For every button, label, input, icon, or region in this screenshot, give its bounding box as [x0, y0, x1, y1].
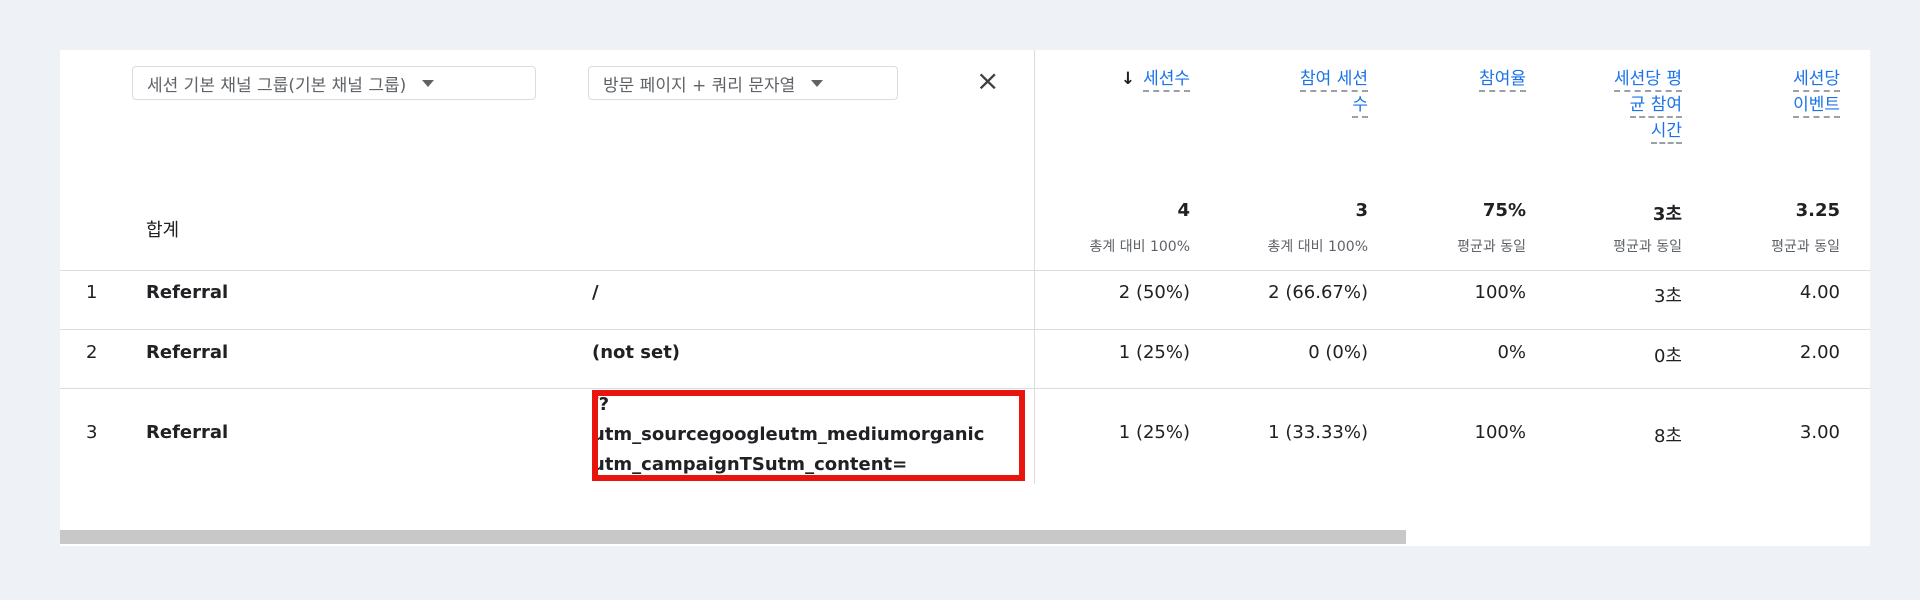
row-divider	[60, 388, 1870, 389]
total-value: 4	[1177, 200, 1190, 221]
total-subtext: 총계 대비 100%	[1089, 239, 1190, 255]
metric-header-avg-engagement-time[interactable]: 세션당 평 균 참여 시간	[1614, 66, 1682, 144]
chevron-down-icon	[811, 79, 824, 87]
row-value: 8초	[1653, 426, 1682, 447]
total-subtext: 평균과 동일	[1613, 239, 1682, 255]
primary-dimension-label: 세션 기본 채널 그룹(기본 채널 그룹)	[147, 75, 407, 96]
row-value: 0초	[1653, 346, 1682, 367]
row-value: 1 (25%)	[1118, 342, 1190, 363]
highlight-box	[592, 390, 1025, 481]
totals-label: 합계	[146, 220, 180, 241]
row-value: 100%	[1474, 422, 1526, 443]
row-value: 3.00	[1799, 422, 1840, 443]
total-subtext: 총계 대비 100%	[1267, 239, 1368, 255]
metric-header-events-per-session[interactable]: 세션당 이벤트	[1793, 66, 1840, 118]
row-channel: Referral	[146, 282, 229, 303]
row-number: 2	[86, 342, 98, 363]
primary-dimension-select[interactable]: 세션 기본 채널 그룹(기본 채널 그룹)	[132, 66, 536, 100]
total-value: 3	[1355, 200, 1368, 221]
row-channel: Referral	[146, 342, 229, 363]
row-divider	[60, 270, 1870, 271]
close-icon[interactable]: ×	[976, 64, 999, 98]
row-value: 1 (33.33%)	[1268, 422, 1368, 443]
row-channel: Referral	[146, 422, 229, 443]
horizontal-scrollbar[interactable]	[60, 530, 1406, 544]
row-value: 1 (25%)	[1118, 422, 1190, 443]
row-landing-page: (not set)	[592, 342, 681, 363]
row-value: 2 (50%)	[1118, 282, 1190, 303]
total-subtext: 평균과 동일	[1457, 239, 1526, 255]
total-value: 3초	[1652, 204, 1682, 225]
row-value: 0%	[1497, 342, 1526, 363]
total-value: 3.25	[1795, 200, 1840, 221]
row-number: 3	[86, 422, 98, 443]
row-value: 3초	[1653, 286, 1682, 307]
total-subtext: 평균과 동일	[1771, 239, 1840, 255]
row-value: 100%	[1474, 282, 1526, 303]
report-table: 세션 기본 채널 그룹(기본 채널 그룹) 방문 페이지 + 쿼리 문자열 × …	[60, 50, 1870, 546]
secondary-dimension-label: 방문 페이지 + 쿼리 문자열	[603, 75, 796, 96]
row-value: 2.00	[1799, 342, 1840, 363]
metric-header-engagement-rate[interactable]: 참여율	[1479, 66, 1526, 92]
row-value: 0 (0%)	[1308, 342, 1368, 363]
chevron-down-icon	[422, 79, 435, 87]
row-number: 1	[86, 282, 98, 303]
secondary-dimension-select[interactable]: 방문 페이지 + 쿼리 문자열	[588, 66, 898, 100]
row-landing-page: /	[592, 282, 599, 303]
metric-header-sessions[interactable]: ↓ 세션수	[1121, 66, 1190, 92]
row-value: 2 (66.67%)	[1268, 282, 1368, 303]
row-value: 4.00	[1799, 282, 1840, 303]
metric-header-engaged-sessions[interactable]: 참여 세션 수	[1300, 66, 1368, 118]
total-value: 75%	[1482, 200, 1526, 221]
row-divider	[60, 329, 1870, 330]
column-divider	[1034, 50, 1035, 484]
sort-down-icon: ↓	[1120, 69, 1136, 89]
